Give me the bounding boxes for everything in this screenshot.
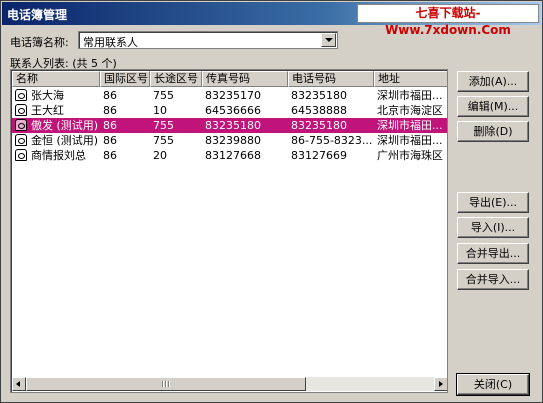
contact-address: 广州市海珠区: [377, 149, 443, 162]
delete-button[interactable]: 删除(D): [457, 121, 529, 142]
phone-icon: [15, 89, 27, 101]
contact-name: 张大海: [31, 89, 64, 102]
column-header-name[interactable]: 名称: [12, 71, 100, 87]
contact-intl-code: 86: [103, 104, 117, 117]
phone-icon: [15, 104, 27, 116]
contact-phone: 83235180: [291, 89, 347, 102]
phone-icon: [15, 119, 27, 131]
contact-area-code: 755: [153, 89, 174, 102]
contact-phone: 83127669: [291, 149, 347, 162]
contact-name: 金恒 (测试用): [31, 134, 99, 147]
list-header: 名称 国际区号 长途区号 传真号码 电话号码 地址: [12, 71, 447, 87]
edit-button[interactable]: 编辑(M)...: [457, 96, 529, 117]
table-row-selected[interactable]: 傲发 (测试用) 86 755 83235180 83235180 深圳市福田.…: [12, 118, 447, 133]
contact-address: 深圳市福田...: [377, 134, 443, 147]
phone-icon: [15, 134, 27, 146]
horizontal-scrollbar[interactable]: [12, 377, 447, 391]
close-button[interactable]: 关闭(C): [456, 373, 530, 396]
contact-phone: 86-755-8323...: [291, 134, 372, 147]
export-button[interactable]: 导出(E)...: [457, 192, 529, 213]
contact-fax: 83235170: [205, 89, 261, 102]
contact-phone: 64538888: [291, 104, 347, 117]
contact-intl-code: 86: [103, 149, 117, 162]
merge-import-button[interactable]: 合并导入...: [457, 269, 529, 290]
chevron-down-icon[interactable]: [321, 33, 336, 47]
table-row[interactable]: 金恒 (测试用) 86 755 83239880 86-755-8323... …: [12, 133, 447, 148]
table-row[interactable]: 王大红 86 10 64536666 64538888 北京市海淀区: [12, 103, 447, 118]
grip-icon: [162, 381, 170, 387]
table-row[interactable]: 张大海 86 755 83235170 83235180 深圳市福田...: [12, 88, 447, 103]
column-header-phone[interactable]: 电话号码: [288, 71, 374, 87]
contact-fax: 83235180: [205, 119, 261, 132]
import-button[interactable]: 导入(I)...: [457, 217, 529, 238]
column-header-fax[interactable]: 传真号码: [202, 71, 288, 87]
contact-name: 傲发 (测试用): [31, 119, 99, 132]
contact-area-code: 755: [153, 119, 174, 132]
scrollbar-thumb[interactable]: [26, 377, 306, 391]
contact-intl-code: 86: [103, 134, 117, 147]
title-bar[interactable]: 电话簿管理 七喜下载站-Www.7xdown.Com: [2, 2, 541, 37]
contact-list[interactable]: 名称 国际区号 长途区号 传真号码 电话号码 地址 张大海 86 755 832…: [10, 69, 448, 393]
merge-export-button[interactable]: 合并导出...: [457, 243, 529, 264]
contact-area-code: 20: [153, 149, 167, 162]
column-header-address[interactable]: 地址: [374, 71, 447, 87]
add-button[interactable]: 添加(A)...: [457, 71, 529, 92]
contact-fax: 64536666: [205, 104, 261, 117]
contact-fax: 83127668: [205, 149, 261, 162]
contact-phone: 83235180: [291, 119, 347, 132]
watermark-banner: 七喜下载站-Www.7xdown.Com: [357, 4, 539, 37]
contact-address: 深圳市福田...: [377, 119, 443, 132]
contact-area-code: 755: [153, 134, 174, 147]
contact-area-code: 10: [153, 104, 167, 117]
contact-name: 商情报刘总: [31, 149, 86, 162]
phonebook-manager-window: 电话簿管理 七喜下载站-Www.7xdown.Com 电话簿名称: 常用联系人 …: [0, 0, 543, 403]
contact-intl-code: 86: [103, 89, 117, 102]
phonebook-select[interactable]: 常用联系人: [78, 31, 338, 49]
contact-address: 深圳市福田...: [377, 89, 443, 102]
contact-name: 王大红: [31, 104, 64, 117]
scroll-right-arrow-icon[interactable]: [434, 377, 447, 391]
contact-intl-code: 86: [103, 119, 117, 132]
contact-address: 北京市海淀区: [377, 104, 443, 117]
column-header-intl-code[interactable]: 国际区号: [100, 71, 150, 87]
phonebook-select-value: 常用联系人: [83, 36, 138, 49]
phonebook-name-label: 电话簿名称:: [10, 36, 69, 49]
column-header-area-code[interactable]: 长途区号: [150, 71, 202, 87]
contact-fax: 83239880: [205, 134, 261, 147]
scroll-left-arrow-icon[interactable]: [12, 377, 26, 391]
window-title: 电话簿管理: [7, 8, 68, 22]
table-row[interactable]: 商情报刘总 86 20 83127668 83127669 广州市海珠区: [12, 148, 447, 163]
phone-icon: [15, 149, 27, 161]
